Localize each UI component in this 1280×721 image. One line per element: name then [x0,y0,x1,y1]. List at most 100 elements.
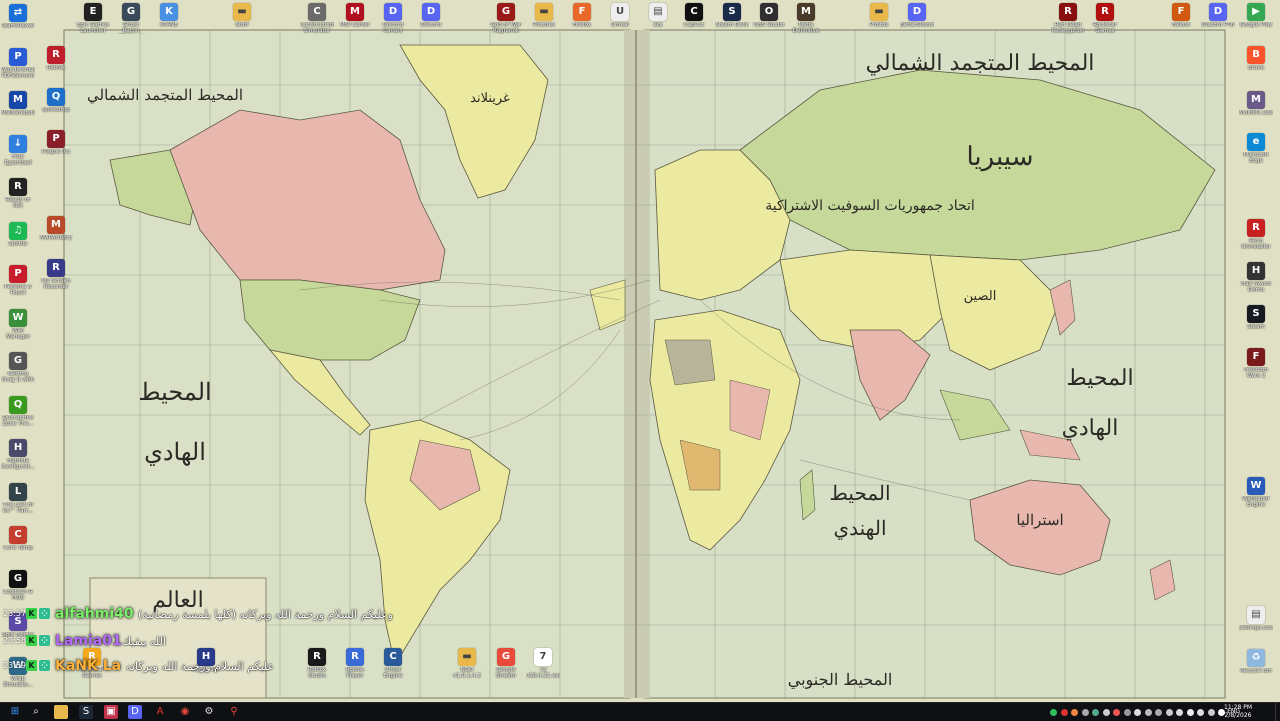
desktop-icon-steam-deck-2[interactable]: H Half Sword Demo [1239,262,1273,293]
desktop-icon-hearts-of-iron[interactable]: F Freedom Wars 2 [1239,348,1273,379]
desktop-icon-discord-1[interactable]: D Discord Canary [376,3,410,34]
wondershare-icon: P [9,47,27,66]
desktop-icon-folder-4[interactable]: ▬ NGO v1.0.1.4.2 [450,648,484,679]
tray-icon[interactable] [1060,709,1068,716]
desktop-icon-rdr-car[interactable]: R Rockstar Games [1088,3,1122,34]
search-button[interactable]: ⌕ [29,705,43,719]
label-indian-1: المحيط [829,481,890,505]
tray-icon[interactable] [1155,709,1162,716]
tray-icon[interactable] [1102,709,1110,716]
roblox-icon: R [47,46,65,64]
desktop-icon-red-dead[interactable]: RRed Dead Redemption 2 [1051,3,1085,34]
desktop-icon-discord-4[interactable]: D Discord PTB [1201,3,1235,28]
desktop-icon-microsoft-edge[interactable]: e Microsoft Edge [1239,133,1273,164]
tray-icon[interactable] [1134,709,1141,716]
desktop-icon-folder-2[interactable]: ▬ Pictures [527,3,561,28]
settings-gear[interactable]: ⚙ [202,705,216,719]
desktop-icon-god-of-war[interactable]: G God of War Ragnarok [489,3,523,34]
desktop-icon-label: The Last of Us™ Part... [2,501,34,514]
desktop-icon-steam[interactable]: S Steam [1239,305,1273,330]
desktop-icon-hidhide[interactable]: H HidHide Configurat... [1,439,35,470]
desktop-icon-plaguii[interactable]: P Plague Inc [39,130,73,155]
desktop-icon-ktane[interactable]: K KTANE [152,3,186,28]
desktop-icon-roblox-studio[interactable]: R Roblox Studio [300,648,334,679]
desktop-icon-cheat-engine[interactable]: C Cheat Engine [376,648,410,679]
clock[interactable]: 11:28 PM 2/8/2026 [1224,704,1252,720]
tray-icon[interactable] [1050,709,1057,716]
tray-icon[interactable] [1071,709,1078,716]
desktop-icon-discord-3[interactable]: DBetterDiscord [900,3,934,28]
wiki-manager-icon: W [9,308,27,327]
tray-icon[interactable] [1123,709,1131,716]
maps-pin[interactable]: ⚲ [227,705,241,719]
chat-time: 23:58 [3,636,27,645]
desktop-icon-construction-sim[interactable]: C Construction Simulator [300,3,334,34]
core-temp-icon: C [9,526,27,544]
desktop-icon-wallpaper-engine[interactable]: W Wallpaper Engine [1239,477,1273,508]
discord-taskbar[interactable]: D [128,705,142,719]
desktop-icon-ready-or-not[interactable]: R Ready or Not [1,178,35,209]
chrome[interactable]: ◉ [178,705,192,719]
desktop-icon-label: TeamViewer [1,23,35,29]
desktop-icon-ghost-recon[interactable]: GGhost Recon Wildlands [114,3,148,34]
tray-icon[interactable] [1113,709,1120,716]
folder-2-icon: ▬ [535,3,553,21]
desktop-icon-label: Freedom Wars 2 [1244,367,1268,379]
desktop-icon-map-app[interactable]: M MAPArtistry [39,216,73,241]
tray-icon[interactable] [1207,709,1215,716]
tray-icon[interactable] [1092,709,1099,716]
desktop-icon-7zip[interactable]: 7 7Z v18.4.21.exe [526,648,560,679]
desktop-icon-quarantine-zone[interactable]: Q Quarantine Zone The... [1,395,35,427]
clock-time: 11:28 PM [1224,704,1252,711]
desktop-icon-malwarebytes[interactable]: MMalwarebytes [1,91,35,116]
tray-icon[interactable] [1165,709,1173,716]
desktop-icon-folder-3[interactable]: ▬ Photos [862,3,896,28]
desktop-icon-spotify[interactable]: ♫ Spotify [1,221,35,247]
desktop-icon-brave[interactable]: B Brave [1239,46,1273,71]
desktop-icon-wondershare[interactable]: P Wondershare PDFelement [1,47,35,79]
desktop-icon-folder-1[interactable]: ▬ Stuff [225,3,259,28]
desktop-icon-firefox[interactable]: F Firefox [565,3,599,28]
desktop-icon-unnamed[interactable]: U Unreal [603,3,637,28]
desktop-icon-roblox[interactable]: R Roblox [39,46,73,71]
desktop-icon-logitech-g-hub[interactable]: G Logitech G HUB [1,569,35,601]
tray-icon[interactable] [1197,709,1204,716]
desktop-icon-google-play[interactable]: ▶ Google Play [1239,3,1273,28]
tray-icon[interactable] [1186,709,1194,716]
desktop-icon-quickdrop[interactable]: Qquickdrop [39,88,73,113]
desktop-icon-epic-games[interactable]: E Epic Games Launcher [76,3,110,34]
desktop-icon-teamviewer[interactable]: ⇄ TeamViewer [1,4,35,29]
app-red[interactable]: ▣ [104,705,118,719]
file-explorer[interactable]: ▬ [54,705,68,719]
label-siberia: سيبريا [967,142,1034,172]
desktop-icon-last-of-us[interactable]: L The Last of Us™ Part... [1,482,35,514]
desktop-icon-text-doc[interactable]: ▤ settings.cock [1239,606,1273,631]
tray-icon[interactable] [1081,709,1089,716]
desktop-icon-google-stream[interactable]: G Google Stream [489,648,523,679]
desktop-icon-free-download[interactable]: ↓Free Download Manager [1,134,35,166]
desktop-icon-obs[interactable]: O OBS Studio [752,3,786,28]
desktop-icon-getting-over-it[interactable]: GGetting Over It with Be... [1,352,35,383]
show-desktop-button[interactable] [1275,703,1280,721]
desktop-icon-multi-mc[interactable]: M MultiMC.exe [1239,91,1273,116]
desktop-icon-mafia[interactable]: M Mafia Definitive [789,3,823,34]
desktop-icon-doc-1[interactable]: ▤ sky [641,3,675,28]
start-button[interactable]: ⊞ [8,705,22,719]
desktop-icon-roblox-player[interactable]: R Roblox Player [338,648,372,679]
desktop-icon-fallout[interactable]: F Fallout [1164,3,1198,28]
desktop-icon-steam-deck[interactable]: S Steam Deck [715,3,749,28]
desktop-icon-label: Unreal [611,22,629,28]
tray-icon[interactable] [1176,709,1183,716]
desktop-icon-wiki-manager[interactable]: W Wiki Manager [1,308,35,340]
steam-taskbar[interactable]: S [79,705,93,719]
desktop-icon-persona-5[interactable]: P Persona 5 Royal [1,265,35,296]
desktop-icon-my-screen[interactable]: R My Screen Recorder [39,259,73,290]
desktop-icon-msi-center[interactable]: M MSI Center [338,3,372,28]
adobe[interactable]: A [153,705,167,719]
desktop-icon-capcut[interactable]: C CapCut [677,3,711,28]
desktop-icon-revo[interactable]: R Revo Uninstaller [1239,219,1273,250]
desktop-icon-recycle-bin[interactable]: ♻ Recycle Bin [1239,649,1273,674]
desktop-icon-core-temp[interactable]: C Core Temp [1,526,35,551]
tray-icon[interactable] [1144,709,1152,716]
desktop-icon-discord-2[interactable]: D Discord [414,3,448,28]
